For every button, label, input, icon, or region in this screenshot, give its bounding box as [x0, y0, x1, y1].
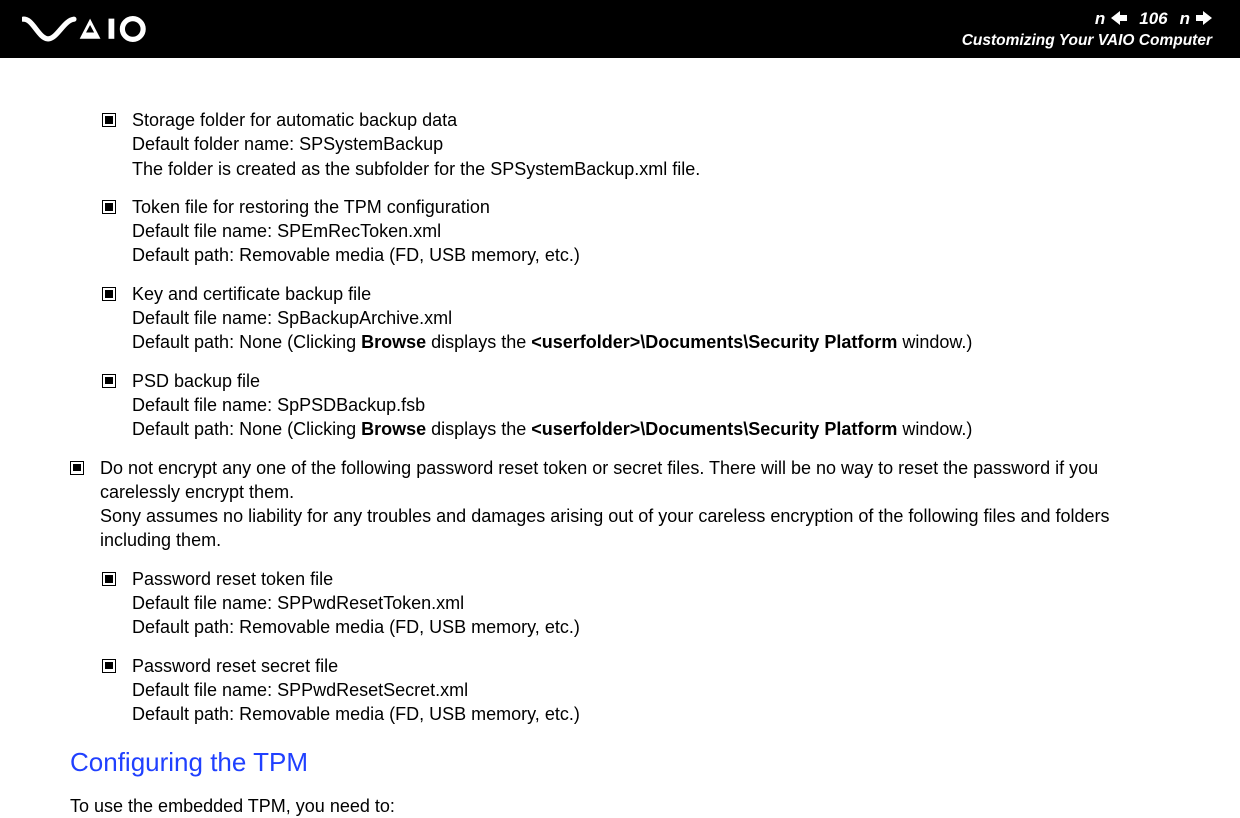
square-bullet-icon — [102, 287, 116, 301]
item-line: Default path: Removable media (FD, USB m… — [132, 615, 1180, 639]
item-line: Default file name: SpBackupArchive.xml — [132, 306, 1180, 330]
item-title: Password reset secret file — [132, 654, 1180, 678]
header-right: n 106 n Customizing Your VAIO Computer — [962, 8, 1212, 51]
square-bullet-icon — [102, 659, 116, 673]
section-heading: Configuring the TPM — [70, 745, 1180, 780]
item-line: Default file name: SPPwdResetSecret.xml — [132, 678, 1180, 702]
item-title: Key and certificate backup file — [132, 282, 1180, 306]
item-line: The folder is created as the subfolder f… — [132, 157, 1180, 181]
item-line: Default file name: SPPwdResetToken.xml — [132, 591, 1180, 615]
square-bullet-icon — [70, 461, 84, 475]
item-line: Default path: Removable media (FD, USB m… — [132, 243, 1180, 267]
nav-n-right: n — [1180, 8, 1190, 29]
list-item: Do not encrypt any one of the following … — [70, 456, 1180, 553]
square-bullet-icon — [102, 572, 116, 586]
item-title: Storage folder for automatic backup data — [132, 108, 1180, 132]
breadcrumb: Customizing Your VAIO Computer — [962, 31, 1212, 50]
list-item: PSD backup file Default file name: SpPSD… — [102, 369, 1180, 442]
item-line: Default folder name: SPSystemBackup — [132, 132, 1180, 156]
list-item: Key and certificate backup file Default … — [102, 282, 1180, 355]
item-title: Token file for restoring the TPM configu… — [132, 195, 1180, 219]
nav-n-left: n — [1095, 8, 1105, 29]
page-number: 106 — [1139, 8, 1167, 29]
square-bullet-icon — [102, 200, 116, 214]
item-line: Default path: Removable media (FD, USB m… — [132, 702, 1180, 726]
arrow-right-icon[interactable] — [1196, 11, 1212, 25]
item-title: PSD backup file — [132, 369, 1180, 393]
item-title: Password reset token file — [132, 567, 1180, 591]
item-line: Default file name: SpPSDBackup.fsb — [132, 393, 1180, 417]
item-line: Default path: None (Clicking Browse disp… — [132, 330, 1180, 354]
list-item: Token file for restoring the TPM configu… — [102, 195, 1180, 268]
list-item: Password reset secret file Default file … — [102, 654, 1180, 727]
warning-line: Do not encrypt any one of the following … — [100, 456, 1180, 505]
vaio-logo — [22, 16, 172, 42]
warning-line: Sony assumes no liability for any troubl… — [100, 504, 1180, 553]
square-bullet-icon — [102, 113, 116, 127]
item-line: Default file name: SPEmRecToken.xml — [132, 219, 1180, 243]
page-header: n 106 n Customizing Your VAIO Computer — [0, 0, 1240, 58]
page-content: Storage folder for automatic backup data… — [0, 58, 1240, 818]
list-item: Password reset token file Default file n… — [102, 567, 1180, 640]
square-bullet-icon — [102, 374, 116, 388]
list-item: Storage folder for automatic backup data… — [102, 108, 1180, 181]
item-line: Default path: None (Clicking Browse disp… — [132, 417, 1180, 441]
arrow-left-icon[interactable] — [1111, 11, 1127, 25]
